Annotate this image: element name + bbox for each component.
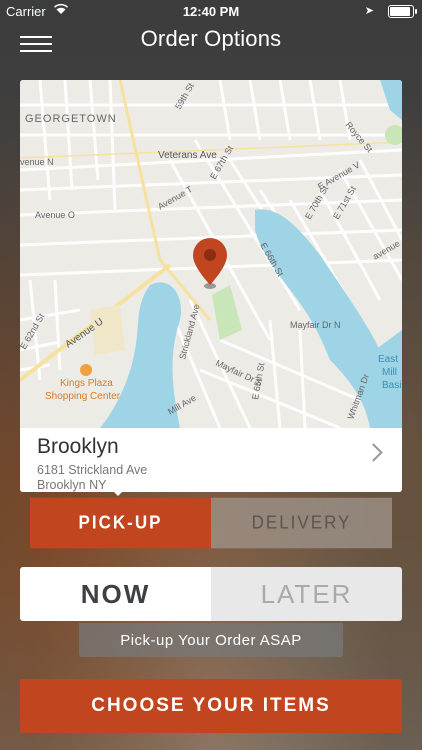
delivery-tab[interactable]: DELIVERY xyxy=(211,497,392,549)
map-label-shopping-center: Shopping Center xyxy=(45,391,121,402)
location-arrow-icon: ➤ xyxy=(364,5,374,17)
store-city: Brooklyn xyxy=(37,435,119,458)
map[interactable]: GEORGETOWN Veterans Ave venue N Avenue O… xyxy=(20,80,402,428)
map-label-basin: Basin xyxy=(382,380,402,391)
card-pointer xyxy=(111,489,125,496)
store-address-row[interactable]: Brooklyn 6181 Strickland Ave Brooklyn NY xyxy=(20,428,402,492)
map-label-mill: Mill xyxy=(382,367,397,378)
later-tab[interactable]: LATER xyxy=(211,567,402,621)
map-label-kings-plaza: Kings Plaza xyxy=(60,378,113,389)
map-label-east: East xyxy=(378,354,398,365)
location-pin-icon xyxy=(193,238,227,289)
battery-icon xyxy=(388,5,417,18)
pickup-tab[interactable]: PICK-UP xyxy=(30,497,211,549)
header: Order Options xyxy=(0,22,422,62)
page-title: Order Options xyxy=(140,26,282,51)
clock: 12:40 PM xyxy=(182,4,240,19)
map-label-mayfair-n: Mayfair Dr N xyxy=(290,320,341,330)
status-bar: Carrier 12:40 PM ➤ xyxy=(0,0,422,22)
choose-items-button[interactable]: CHOOSE YOUR ITEMS xyxy=(20,679,402,733)
map-label-avenue-n: venue N xyxy=(20,157,54,167)
map-label-georgetown: GEORGETOWN xyxy=(25,113,117,125)
location-card: GEORGETOWN Veterans Ave venue N Avenue O… xyxy=(20,80,402,492)
map-label-veterans-ave: Veterans Ave xyxy=(158,150,217,161)
shopping-icon xyxy=(80,364,92,376)
map-label-avenue-o: Avenue O xyxy=(35,210,75,220)
store-address-line1: 6181 Strickland Ave xyxy=(37,463,148,477)
timing-note: Pick-up Your Order ASAP xyxy=(79,623,343,657)
now-tab[interactable]: NOW xyxy=(20,567,211,621)
chevron-right-icon xyxy=(364,443,383,462)
map-label-ave-right: avenue xyxy=(371,238,402,261)
store-address-line2: Brooklyn NY xyxy=(37,478,107,492)
